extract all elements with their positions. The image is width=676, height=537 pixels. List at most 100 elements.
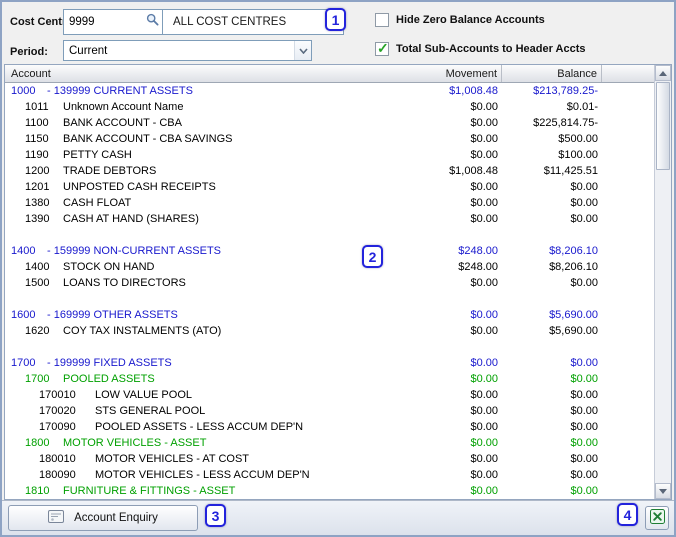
table-row[interactable]: 1011 Unknown Account Name $0.00 $0.01- — [5, 99, 654, 115]
account-name: BANK ACCOUNT - CBA SAVINGS — [63, 133, 233, 145]
excel-export-button[interactable] — [645, 506, 669, 530]
account-name: CASH AT HAND (SHARES) — [63, 213, 199, 225]
movement-value: $0.00 — [470, 453, 498, 465]
balance-value: $5,690.00 — [549, 325, 598, 337]
account-code: 170090 — [39, 421, 76, 433]
balance-value: $0.00 — [570, 373, 598, 385]
period-value: Current — [69, 44, 108, 57]
movement-value: $0.00 — [470, 421, 498, 433]
period-label: Period: — [10, 46, 48, 58]
account-code: 1700 — [11, 357, 36, 369]
table-row[interactable]: 1200 TRADE DEBTORS $1,008.48 $11,425.51 — [5, 163, 654, 179]
column-header-balance[interactable]: Balance — [502, 65, 602, 82]
scroll-down-button[interactable] — [655, 483, 671, 499]
table-row[interactable]: 1810 FURNITURE & FITTINGS - ASSET $0.00 $0.… — [5, 483, 654, 499]
column-header-movement[interactable]: Movement — [407, 65, 502, 82]
table-row[interactable]: 1000 - 139999 CURRENT ASSETS $1,008.48 $213… — [5, 83, 654, 99]
account-code: 1011 — [25, 101, 49, 113]
table-row[interactable]: 1190 PETTY CASH $0.00 $100.00 — [5, 147, 654, 163]
balance-value: $500.00 — [558, 133, 598, 145]
movement-value: $0.00 — [470, 405, 498, 417]
balance-value: $0.00 — [570, 389, 598, 401]
cost-centre-input[interactable]: 9999 — [64, 10, 163, 34]
account-code: 1700 — [25, 373, 50, 385]
hide-zero-balance-checkbox[interactable]: Hide Zero Balance Accounts — [375, 13, 545, 27]
table-row[interactable]: 170010 LOW VALUE POOL $0.00 $0.00 — [5, 387, 654, 403]
annotation-marker-1: 1 — [325, 8, 346, 31]
account-name: STOCK ON HAND — [63, 261, 155, 273]
balance-value: $0.00 — [570, 357, 598, 369]
table-row[interactable]: 1620 COY TAX INSTALMENTS (ATO) $0.00 $5,690… — [5, 323, 654, 339]
balance-value: $8,206.10 — [549, 245, 598, 257]
table-row[interactable]: 170020 STS GENERAL POOL $0.00 $0.00 — [5, 403, 654, 419]
account-enquiry-button[interactable]: Account Enquiry — [8, 505, 198, 531]
movement-value: $0.00 — [470, 101, 498, 113]
scroll-up-button[interactable] — [655, 65, 671, 81]
table-row[interactable]: 1400 - 159999 NON-CURRENT ASSETS $248.00 $8… — [5, 243, 654, 259]
account-name: BANK ACCOUNT - CBA — [63, 117, 182, 129]
vertical-scrollbar[interactable] — [654, 65, 671, 499]
account-name: CASH FLOAT — [63, 197, 132, 209]
table-row[interactable]: 1100 BANK ACCOUNT - CBA $0.00 $225,814.75- — [5, 115, 654, 131]
accounts-grid: Account Movement Balance 1000 - 139999 CU… — [4, 64, 672, 500]
movement-value: $0.00 — [470, 181, 498, 193]
table-row[interactable]: 1380 CASH FLOAT $0.00 $0.00 — [5, 195, 654, 211]
scrollbar-track[interactable] — [655, 81, 671, 483]
account-code: 1150 — [25, 133, 49, 145]
account-name: STS GENERAL POOL — [95, 405, 206, 417]
table-row-blank — [5, 227, 654, 243]
excel-icon — [649, 509, 665, 527]
balance-value: $0.00 — [570, 437, 598, 449]
table-row[interactable]: 1500 LOANS TO DIRECTORS $0.00 $0.00 — [5, 275, 654, 291]
checkbox-box[interactable] — [375, 40, 389, 57]
movement-value: $248.00 — [458, 261, 498, 273]
account-name: - 139999 CURRENT ASSETS — [47, 85, 193, 97]
account-code: 1600 — [11, 309, 36, 321]
account-enquiry-window: Cost Centre: 9999 ALL COST CENTRES Perio… — [0, 0, 676, 537]
account-code: 1810 — [25, 485, 50, 497]
account-code: 1500 — [25, 277, 50, 289]
account-table-body: 1000 - 139999 CURRENT ASSETS $1,008.48 $213… — [5, 83, 654, 499]
movement-value: $248.00 — [458, 245, 498, 257]
checkbox-label: Hide Zero Balance Accounts — [396, 14, 545, 26]
table-row[interactable]: 1600 - 169999 OTHER ASSETS $0.00 $5,690.00 — [5, 307, 654, 323]
grid-main: Account Movement Balance 1000 - 139999 CU… — [5, 65, 654, 499]
account-code: 1380 — [25, 197, 50, 209]
account-name: Unknown Account Name — [63, 101, 184, 113]
balance-value: $0.00 — [570, 213, 598, 225]
table-row[interactable]: 170090 POOLED ASSETS - LESS ACCUM DEP'N $0… — [5, 419, 654, 435]
balance-value: $0.00 — [570, 485, 598, 497]
account-name: FURNITURE & FITTINGS - ASSET — [63, 485, 236, 497]
column-header-account[interactable]: Account — [5, 65, 407, 82]
account-code: 1800 — [25, 437, 50, 449]
annotation-marker-4: 4 — [617, 503, 638, 526]
table-row[interactable]: 1390 CASH AT HAND (SHARES) $0.00 $0.00 — [5, 211, 654, 227]
table-row[interactable]: 1400 STOCK ON HAND $248.00 $8,206.10 — [5, 259, 654, 275]
table-row[interactable]: 180090 MOTOR VEHICLES - LESS ACCUM DEP'N $… — [5, 467, 654, 483]
account-code: 1201 — [25, 181, 50, 193]
balance-value: $213,789.25- — [533, 85, 598, 97]
chevron-down-icon[interactable] — [294, 41, 311, 60]
account-code: 170010 — [39, 389, 76, 401]
annotation-marker-3: 3 — [205, 504, 226, 527]
table-row[interactable]: 1150 BANK ACCOUNT - CBA SAVINGS $0.00 $500.… — [5, 131, 654, 147]
account-name: - 199999 FIXED ASSETS — [47, 357, 172, 369]
scroll-down-arrow-icon — [659, 488, 667, 494]
table-row[interactable]: 180010 MOTOR VEHICLES - AT COST $0.00 $0.00 — [5, 451, 654, 467]
account-name: UNPOSTED CASH RECEIPTS — [63, 181, 216, 193]
account-code: 1400 — [11, 245, 36, 257]
period-select[interactable]: Current — [63, 40, 312, 61]
table-row[interactable]: 1800 MOTOR VEHICLES - ASSET $0.00 $0.00 — [5, 435, 654, 451]
search-icon[interactable] — [146, 13, 159, 31]
total-sub-accounts-checkbox[interactable]: Total Sub-Accounts to Header Accts — [375, 40, 585, 57]
table-row[interactable]: 1201 UNPOSTED CASH RECEIPTS $0.00 $0.00 — [5, 179, 654, 195]
table-row[interactable]: 1700 - 199999 FIXED ASSETS $0.00 $0.00 — [5, 355, 654, 371]
account-name: - 159999 NON-CURRENT ASSETS — [47, 245, 222, 257]
checkbox-box[interactable] — [375, 13, 389, 27]
table-header: Account Movement Balance — [5, 65, 654, 83]
movement-value: $0.00 — [470, 373, 498, 385]
scrollbar-thumb[interactable] — [656, 82, 670, 170]
account-code: 1620 — [25, 325, 50, 337]
balance-value: $11,425.51 — [543, 165, 598, 177]
table-row[interactable]: 1700 POOLED ASSETS $0.00 $0.00 — [5, 371, 654, 387]
